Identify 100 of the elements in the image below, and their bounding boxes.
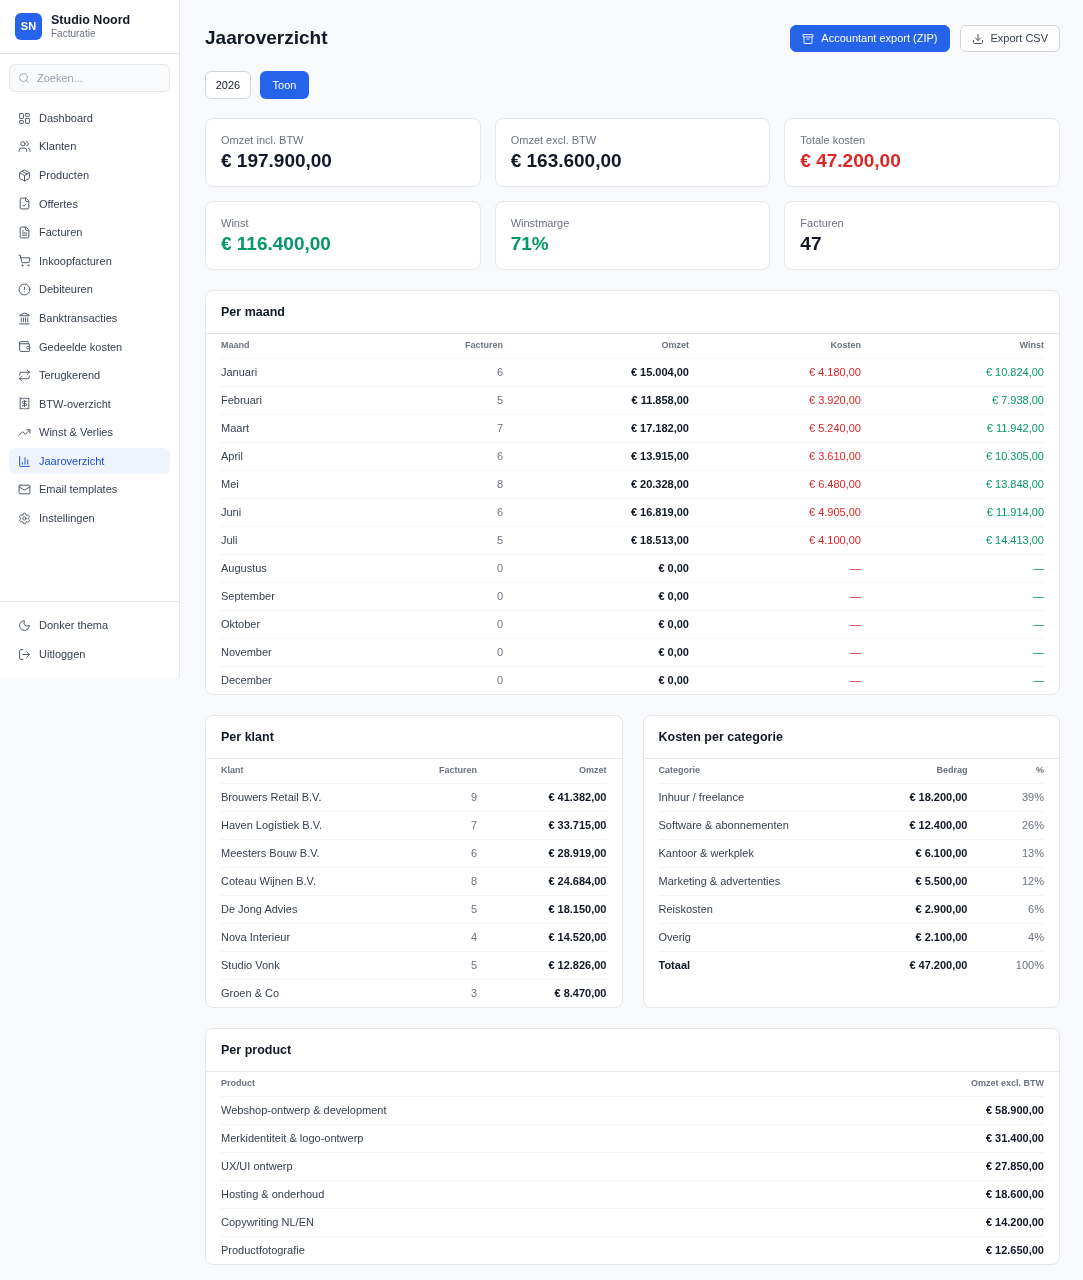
nav-item[interactable]: Facturen (9, 219, 170, 246)
table-cell-text: € 18.150,00 (547, 902, 607, 918)
nav-item[interactable]: BTW-overzicht (9, 390, 170, 417)
table-cell-text: — (849, 561, 861, 577)
table-cell-text: € 15.004,00 (629, 365, 689, 381)
nav-item[interactable]: Inkoopfacturen (9, 247, 170, 274)
table-cell-text: 5 (495, 533, 503, 549)
stat-label: Facturen (800, 216, 845, 230)
card-title: Per maand (221, 303, 285, 321)
search-field[interactable]: Zoeken... (9, 64, 170, 92)
column-header: Product (221, 1077, 256, 1091)
search-icon (18, 72, 30, 84)
brand-subtitle: Facturatie (51, 28, 97, 40)
table-cell-text: Nova Interieur (221, 930, 292, 946)
column-header: Facturen (438, 764, 477, 778)
logout-icon (18, 647, 31, 661)
column-header: Winst (1018, 339, 1044, 353)
users-icon (18, 140, 31, 154)
sidebar-action[interactable]: Uitloggen (9, 641, 170, 667)
stat-label: Winstmarge (510, 216, 571, 230)
nav-item[interactable]: Email templates (9, 476, 170, 503)
table-cell-text: € 11.942,00 (985, 421, 1044, 437)
export-zip-button[interactable]: Accountant export (ZIP) (790, 25, 950, 52)
table-cell-text: 26% (1020, 818, 1044, 834)
table-cell-text: 0 (495, 645, 503, 661)
year-field[interactable]: 2026 (205, 71, 251, 99)
table-cell-text: 4 (469, 930, 477, 946)
table-cell-text: 8 (495, 477, 503, 493)
table-cell-text: € 14.413,00 (984, 533, 1044, 549)
nav-item[interactable]: Gedeelde kosten (9, 333, 170, 360)
table-cell-text: Februari (221, 393, 263, 409)
table-cell-text: 12% (1020, 874, 1044, 890)
column-header: Facturen (464, 339, 503, 353)
table-cell-text: Totaal (658, 958, 692, 974)
table-cell-text: 0 (495, 617, 503, 633)
stat-value: 71% (510, 232, 550, 256)
table-cell-text: 7 (495, 421, 503, 437)
table-cell-text: Kantoor & werkplek (658, 846, 755, 862)
stat-label: Omzet incl. BTW (221, 133, 305, 147)
table-cell-text: — (1032, 673, 1044, 689)
table-cell-text: 3 (469, 986, 477, 1002)
nav-item[interactable]: Offertes (9, 190, 170, 217)
show-button[interactable]: Toon (260, 71, 309, 99)
table-cell-text: € 20.328,00 (629, 477, 689, 493)
table-cell-text: € 16.819,00 (629, 505, 689, 521)
table-cell-text: — (1032, 589, 1044, 605)
table-cell-text: € 28.919,00 (547, 846, 607, 862)
table-cell-text: Marketing & advertenties (658, 874, 782, 890)
moon-icon (18, 618, 31, 632)
nav-item[interactable]: Debiteuren (9, 276, 170, 303)
brand-logo: SN (15, 13, 42, 40)
table-cell-text: € 7.938,00 (991, 393, 1044, 409)
table-cell-text: Inhuur / freelance (658, 790, 746, 806)
nav-item[interactable]: Producten (9, 162, 170, 189)
nav-item[interactable]: Jaaroverzicht (9, 448, 170, 475)
nav-item[interactable]: Terugkerend (9, 362, 170, 389)
table-cell-text: € 6.100,00 (914, 846, 968, 862)
table-cell-text: 6 (495, 449, 503, 465)
table-cell-text: € 4.100,00 (808, 533, 861, 549)
table-cell-text: Reiskosten (658, 902, 714, 918)
table-cell-text: € 27.850,00 (985, 1159, 1044, 1175)
archive-icon (802, 32, 815, 45)
table-cell-text: Augustus (221, 561, 268, 577)
nav-item[interactable]: Klanten (9, 133, 170, 160)
table-cell-text: Copywriting NL/EN (221, 1215, 315, 1231)
table-cell-text: December (221, 673, 273, 689)
stat-label: Omzet excl. BTW (510, 133, 598, 147)
table-cell-text: Merkidentiteit & logo-ontwerp (221, 1131, 365, 1147)
mail-icon (18, 483, 31, 497)
table-cell-text: Hosting & onderhoud (221, 1187, 326, 1203)
table-cell-text: Studio Vonk (221, 958, 281, 974)
table-cell-text: € 3.920,00 (808, 393, 861, 409)
table-cell-text: 0 (495, 561, 503, 577)
sidebar-action[interactable]: Donker thema (9, 612, 170, 638)
table-cell-text: € 3.610,00 (808, 449, 861, 465)
stat-value: € 163.600,00 (510, 149, 623, 173)
table-cell-text: Juli (221, 533, 239, 549)
table-cell-text: € 41.382,00 (547, 790, 607, 806)
stat-label: Winst (221, 216, 250, 230)
table-cell-text: 6 (495, 365, 503, 381)
column-header: Omzet (578, 764, 607, 778)
nav-item[interactable]: Dashboard (9, 105, 170, 131)
nav-item[interactable]: Banktransacties (9, 305, 170, 332)
stat-value: € 116.400,00 (221, 232, 332, 256)
table-cell-text: Haven Logistiek B.V. (221, 818, 324, 834)
table-cell-text: € 2.900,00 (914, 902, 968, 918)
table-cell-text: 7 (469, 818, 477, 834)
table-cell-text: Software & abonnementen (658, 818, 790, 834)
table-cell-text: € 2.100,00 (914, 930, 968, 946)
table-cell-text: € 13.915,00 (629, 449, 689, 465)
table-cell-text: € 18.513,00 (629, 533, 689, 549)
column-header: % (1035, 764, 1044, 778)
nav-item[interactable]: Instellingen (9, 505, 170, 532)
bar-chart-icon (18, 454, 31, 468)
settings-icon (18, 511, 31, 525)
table-cell-text: UX/UI ontwerp (221, 1159, 294, 1175)
table-cell-text: 9 (469, 790, 477, 806)
export-csv-button[interactable]: Export CSV (959, 25, 1060, 52)
nav-item[interactable]: Winst & Verlies (9, 419, 170, 446)
cart-icon (18, 254, 31, 268)
